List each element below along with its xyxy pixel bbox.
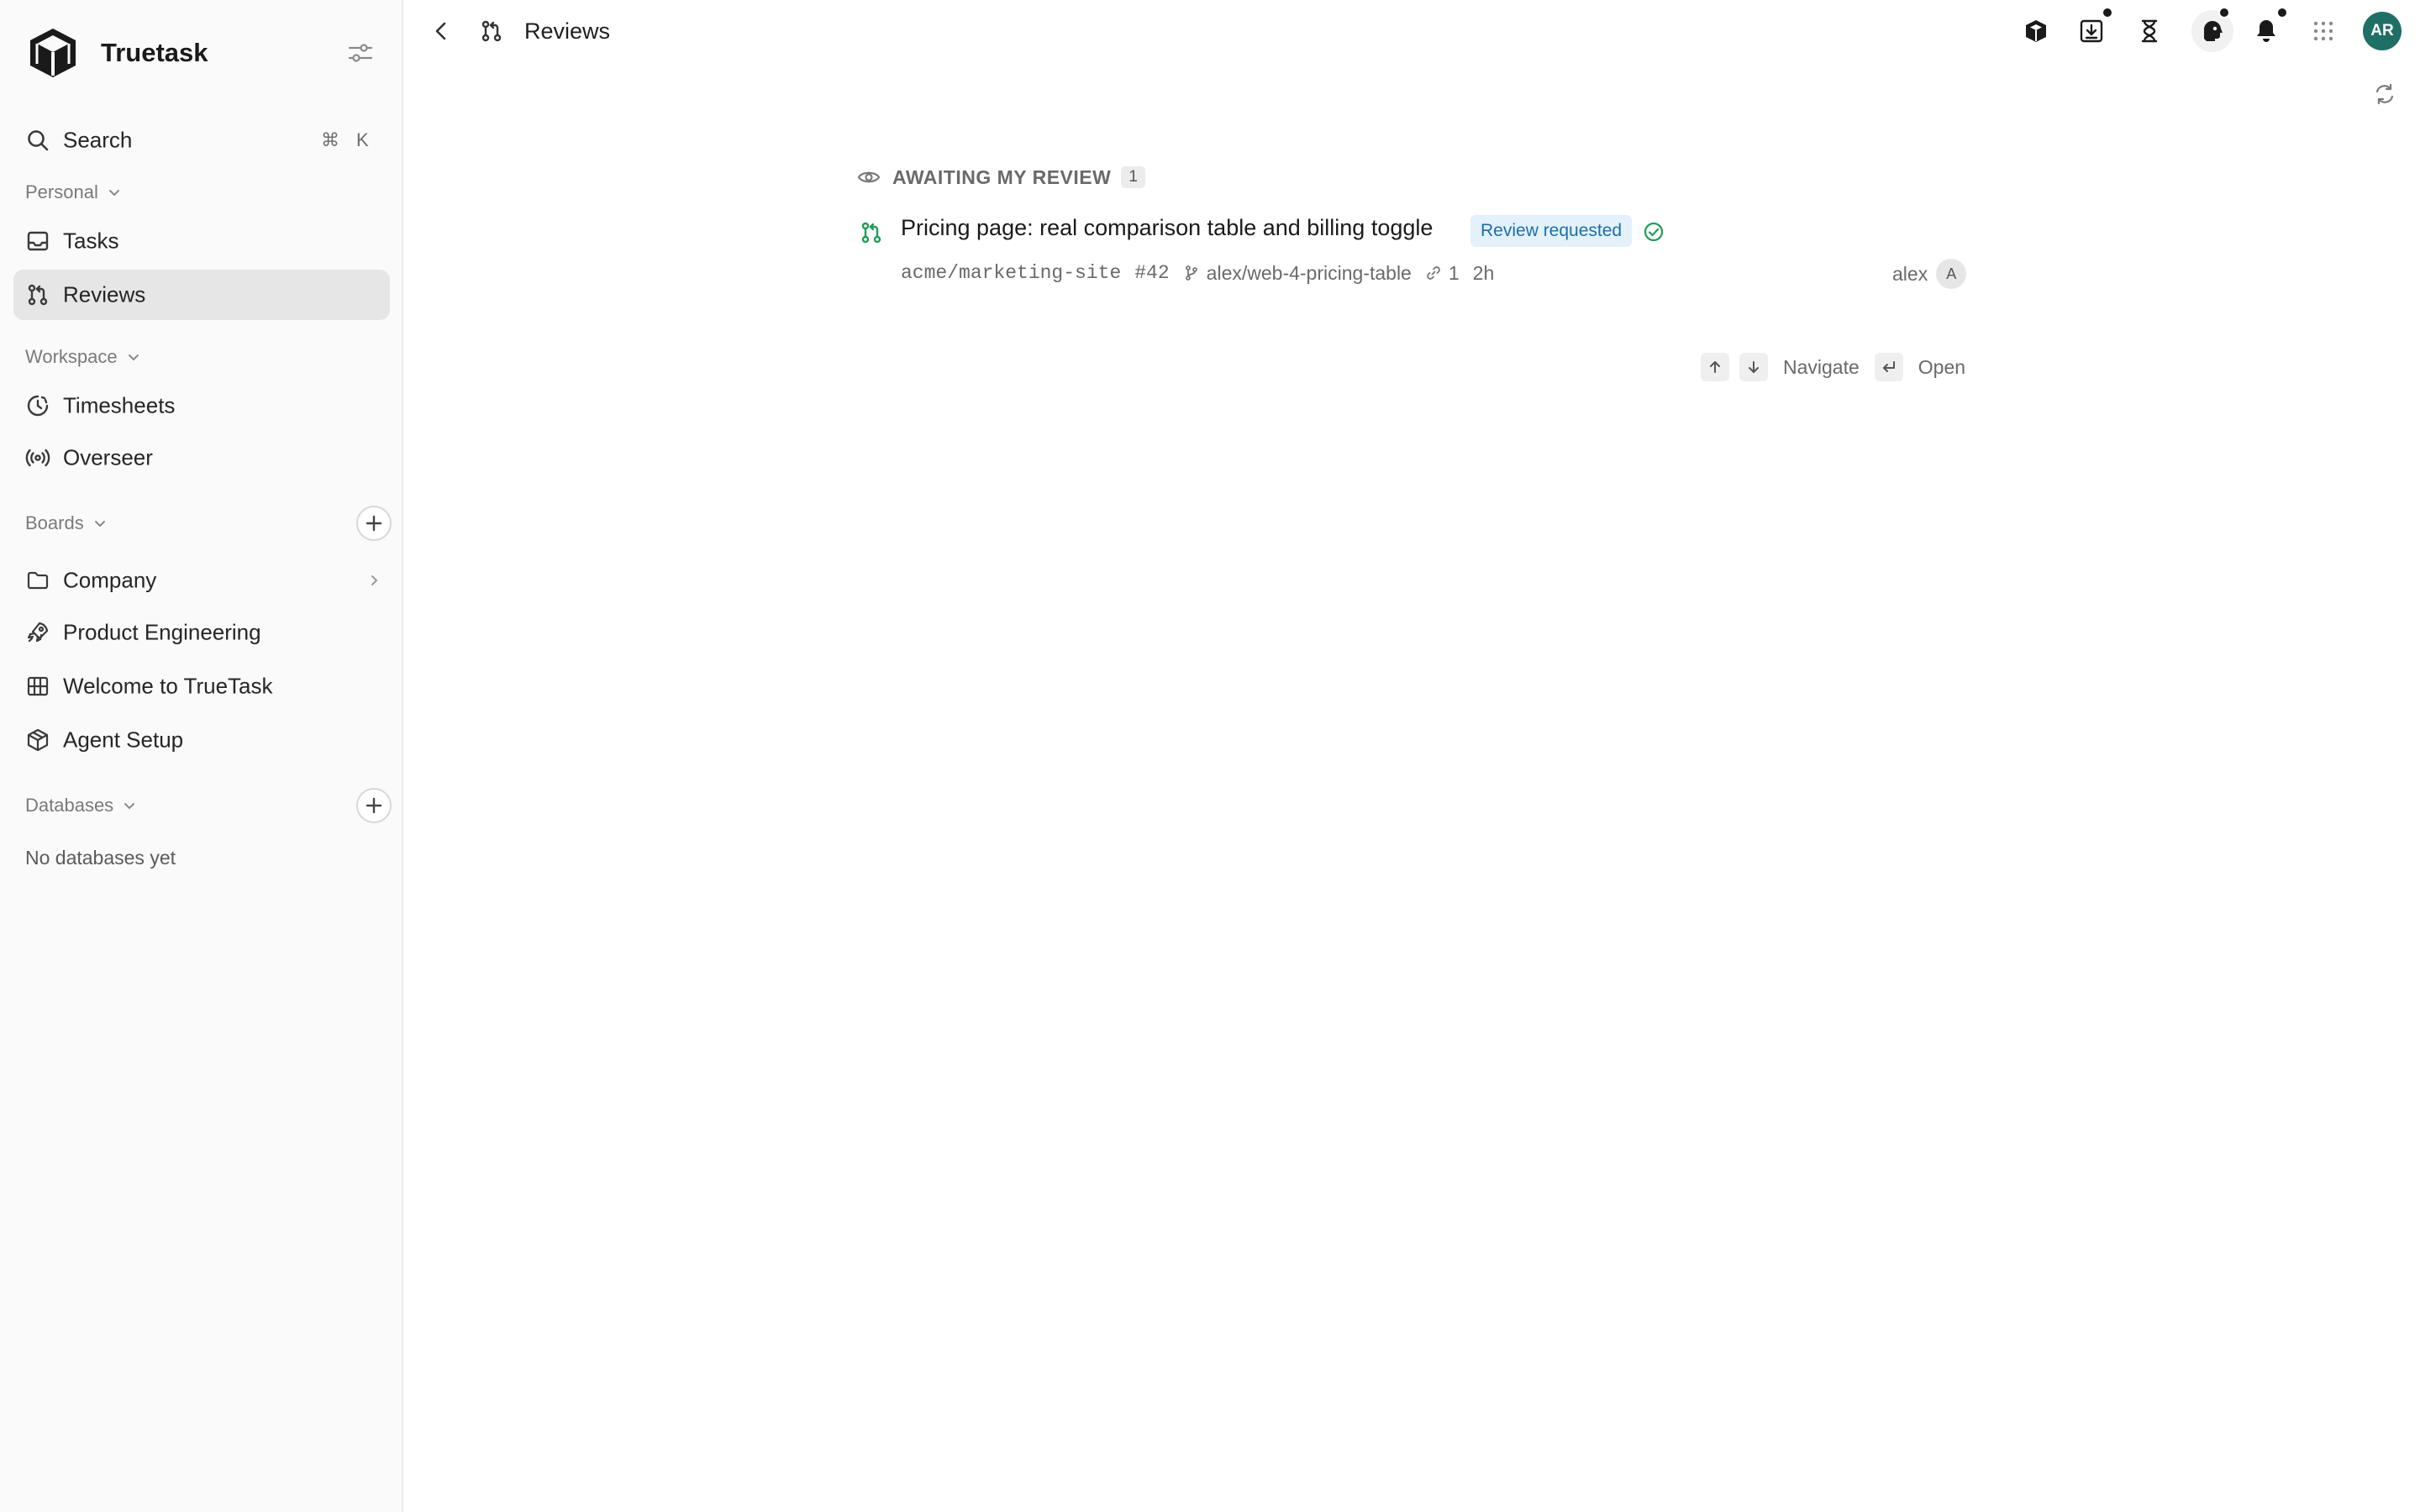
review-title[interactable]: Pricing page: real comparison table and … <box>901 215 1433 241</box>
sidebar-item-label: Tasks <box>63 228 119 254</box>
sidebar-item-agent-setup[interactable]: Agent Setup <box>13 715 390 765</box>
truetask-logo-icon <box>30 29 76 77</box>
eye-icon <box>857 171 881 183</box>
review-repo: acme/marketing-site <box>901 262 1122 284</box>
sidebar-item-label: Company <box>63 567 157 593</box>
notification-dot <box>2102 7 2113 18</box>
sidebar-item-label: Agent Setup <box>63 727 184 753</box>
review-row[interactable]: Pricing page: real comparison table and … <box>857 215 1967 296</box>
keyboard-hints: Navigate Open <box>1701 353 1965 381</box>
page-title-text: Reviews <box>524 18 611 44</box>
section-databases[interactable]: Databases <box>25 795 137 816</box>
sidebar-item-timesheets[interactable]: Timesheets <box>13 381 390 431</box>
check-circle-icon <box>1644 222 1664 242</box>
review-author: alex A <box>1892 259 1967 289</box>
pull-request-icon <box>861 222 881 244</box>
user-avatar[interactable]: AR <box>2363 12 2402 50</box>
branch-icon <box>1185 265 1197 281</box>
sidebar-item-label: Welcome to TrueTask <box>63 673 273 699</box>
hint-navigate: Navigate <box>1783 355 1860 378</box>
review-meta: acme/marketing-site #42 alex/web-4-prici… <box>901 260 1494 286</box>
download-tray-icon[interactable] <box>2077 17 2106 45</box>
notification-dot <box>2276 7 2288 18</box>
add-database-button[interactable] <box>356 788 392 823</box>
sliders-icon[interactable] <box>346 40 375 66</box>
arrow-down-icon <box>1749 361 1759 373</box>
board-icon <box>27 676 49 696</box>
clock-icon <box>27 395 49 417</box>
agent-head-icon <box>2203 20 2223 41</box>
chevron-down-icon <box>124 803 135 810</box>
sidebar-item-tasks[interactable]: Tasks <box>13 216 390 266</box>
section-workspace[interactable]: Workspace <box>25 346 141 368</box>
shortcut-mod: ⌘ <box>321 129 339 150</box>
section-personal[interactable]: Personal <box>25 181 122 203</box>
apps-grid-icon[interactable] <box>2309 17 2338 45</box>
sidebar-item-label: Overseer <box>63 444 153 470</box>
avatar: A <box>1936 259 1967 289</box>
app-name: Truetask <box>101 38 208 67</box>
search-label: Search <box>63 127 133 153</box>
enter-key <box>1874 353 1903 381</box>
section-databases-label: Databases <box>25 795 114 816</box>
link-icon <box>1427 266 1440 280</box>
bell-icon[interactable] <box>2252 17 2281 45</box>
sidebar-item-company[interactable]: Company <box>13 555 390 606</box>
sidebar-item-product-engineering[interactable]: Product Engineering <box>13 607 390 658</box>
enter-icon <box>1882 361 1895 372</box>
review-branch-name: alex/web-4-pricing-table <box>1206 261 1412 284</box>
search-button[interactable]: Search ⌘ K <box>13 115 390 165</box>
review-group-count: 1 <box>1121 166 1145 188</box>
section-boards[interactable]: Boards <box>25 512 108 534</box>
chevron-down-icon <box>94 521 105 528</box>
chevron-right-icon[interactable] <box>366 573 381 588</box>
databases-empty-text: No databases yet <box>25 847 176 869</box>
sidebar-item-label: Reviews <box>63 281 146 307</box>
pull-request-icon <box>481 20 502 42</box>
brand[interactable]: Truetask <box>25 25 208 81</box>
back-icon[interactable] <box>430 18 452 44</box>
review-branch: alex/web-4-pricing-table <box>1183 262 1412 285</box>
folder-icon <box>27 571 49 590</box>
cube-icon <box>27 728 49 752</box>
inbox-icon <box>27 231 49 251</box>
plus-icon <box>366 797 382 814</box>
plus-icon <box>366 515 382 532</box>
box-icon[interactable] <box>2022 17 2050 45</box>
review-link-count: 1 <box>1448 261 1460 284</box>
hourglass-icon[interactable] <box>2135 17 2164 45</box>
sidebar-item-reviews[interactable]: Reviews <box>13 270 390 320</box>
broadcast-icon <box>25 449 50 467</box>
add-board-button[interactable] <box>356 506 392 541</box>
review-group-title: AWAITING MY REVIEW <box>892 165 1112 188</box>
arrow-up-icon <box>1710 361 1720 373</box>
section-workspace-label: Workspace <box>25 346 118 367</box>
chevron-down-icon <box>128 354 139 361</box>
review-group-header: AWAITING MY REVIEW 1 <box>857 165 1145 190</box>
section-boards-label: Boards <box>25 512 84 533</box>
review-author-name: alex <box>1892 262 1928 285</box>
review-links: 1 <box>1425 262 1460 285</box>
refresh-icon[interactable] <box>2373 82 2396 106</box>
arrow-down-key <box>1739 353 1768 381</box>
page-title: Reviews <box>479 17 610 45</box>
sidebar-item-label: Product Engineering <box>63 619 261 645</box>
pull-request-icon <box>28 284 48 306</box>
sidebar: Truetask Search ⌘ K Personal Tasks Revie… <box>0 0 403 1512</box>
sidebar-item-overseer[interactable]: Overseer <box>13 433 390 483</box>
chevron-down-icon <box>108 190 119 197</box>
review-age: 2h <box>1472 261 1495 284</box>
review-number: #42 <box>1134 262 1170 284</box>
section-personal-label: Personal <box>25 181 98 202</box>
shortcut-key: K <box>356 129 369 150</box>
rocket-icon <box>27 622 49 643</box>
sidebar-item-welcome[interactable]: Welcome to TrueTask <box>13 661 390 711</box>
search-icon <box>28 130 49 151</box>
status-badge: Review requested <box>1470 215 1633 247</box>
arrow-up-key <box>1701 353 1729 381</box>
notification-dot <box>2218 7 2230 18</box>
hint-open: Open <box>1918 355 1966 378</box>
sidebar-item-label: Timesheets <box>63 392 176 418</box>
